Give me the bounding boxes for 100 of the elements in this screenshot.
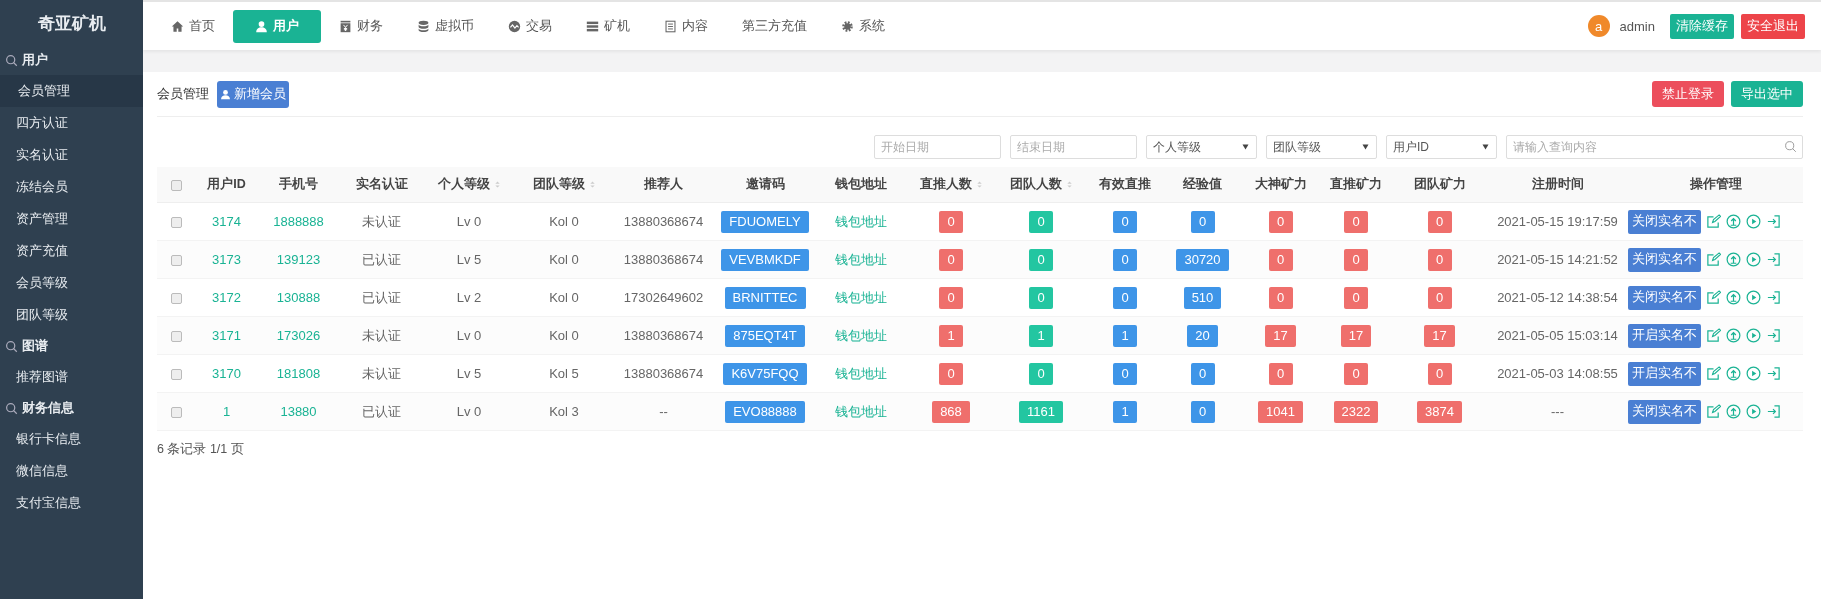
date-field[interactable]: 结束日期: [1010, 135, 1137, 159]
sidebar-item[interactable]: 会员管理: [0, 75, 143, 107]
nav-tab[interactable]: 内容: [648, 9, 724, 43]
table-link[interactable]: 3170: [212, 366, 241, 381]
sidebar-item[interactable]: 团队等级: [0, 299, 143, 331]
checkbox[interactable]: [171, 255, 182, 267]
column-header: 经验值: [1183, 176, 1222, 193]
table-link[interactable]: 130888: [276, 290, 321, 305]
toggle-verification-button[interactable]: 关闭实名不: [1628, 247, 1701, 272]
table-cell: Lv 5: [456, 252, 482, 267]
table-link[interactable]: 173026: [276, 328, 321, 343]
sidebar-section-title: 财务信息: [22, 399, 74, 417]
count-badge: 0: [1113, 286, 1137, 309]
sidebar-item[interactable]: 支付宝信息: [0, 487, 143, 519]
table-cell: 17302649602: [623, 290, 704, 305]
home-icon: [171, 19, 184, 33]
search-field[interactable]: 请输入查询内容: [1506, 135, 1803, 159]
table-link[interactable]: 3172: [212, 290, 241, 305]
table-link[interactable]: 钱包地址: [835, 289, 887, 305]
table-link[interactable]: 3171: [212, 328, 241, 343]
sidebar-item[interactable]: 四方认证: [0, 107, 143, 139]
count-badge: 0: [1268, 286, 1293, 309]
count-badge: 2322: [1333, 400, 1379, 423]
select-dropdown[interactable]: 团队等级: [1266, 135, 1377, 159]
table-cell: Kol 5: [549, 366, 579, 381]
invite-code-tag: K6V75FQQ: [723, 362, 807, 385]
table-link[interactable]: 钱包地址: [835, 251, 887, 267]
play-circle-icon: [1746, 404, 1761, 419]
nav-tab[interactable]: 矿机: [570, 9, 646, 43]
clear-cache-button[interactable]: 清除缓存: [1670, 13, 1734, 39]
nav-tab[interactable]: 用户: [233, 9, 321, 43]
play-circle-icon: [1746, 290, 1761, 305]
count-badge: 0: [1427, 248, 1452, 271]
search-icon: [5, 401, 18, 415]
count-badge: 510: [1183, 286, 1222, 309]
search-icon: [5, 53, 18, 67]
nav-tab[interactable]: 系统: [825, 9, 901, 43]
toggle-verification-button[interactable]: 开启实名不: [1628, 361, 1701, 386]
table-cell: Lv 0: [456, 404, 482, 419]
checkbox[interactable]: [171, 369, 182, 381]
toggle-verification-button[interactable]: 关闭实名不: [1628, 399, 1701, 424]
select-dropdown[interactable]: 个人等级: [1146, 135, 1257, 159]
sidebar-item[interactable]: 资产充值: [0, 235, 143, 267]
table-link[interactable]: 3173: [212, 252, 241, 267]
sidebar-item[interactable]: 资产管理: [0, 203, 143, 235]
checkbox[interactable]: [171, 217, 182, 229]
table-link[interactable]: 1: [222, 404, 231, 419]
count-badge: 20: [1187, 324, 1218, 347]
checkbox[interactable]: [171, 407, 182, 419]
date-field[interactable]: 开始日期: [874, 135, 1001, 159]
count-badge: 0: [1190, 362, 1215, 385]
sidebar-item[interactable]: 微信信息: [0, 455, 143, 487]
table-cell: Kol 0: [549, 328, 579, 343]
count-badge: 0: [1268, 248, 1293, 271]
table-link[interactable]: 钱包地址: [835, 365, 887, 381]
sidebar-item[interactable]: 会员等级: [0, 267, 143, 299]
toggle-verification-button[interactable]: 关闭实名不: [1628, 209, 1701, 234]
table-link[interactable]: 181808: [276, 366, 321, 381]
count-badge: 1161: [1019, 400, 1063, 423]
count-badge: 0: [1427, 210, 1452, 233]
table-cell: 2021-05-15 19:17:59: [1497, 214, 1618, 229]
search-icon: [1784, 140, 1797, 153]
count-badge: 0: [1029, 210, 1053, 233]
nav-tab[interactable]: 第三方充值: [726, 9, 823, 43]
export-button[interactable]: 导出选中: [1731, 81, 1803, 107]
sidebar-item[interactable]: 推荐图谱: [0, 361, 143, 393]
table-cell: 已认证: [362, 289, 401, 305]
table-link[interactable]: 钱包地址: [835, 403, 887, 419]
sidebar-item[interactable]: 银行卡信息: [0, 423, 143, 455]
select-dropdown[interactable]: 用户ID: [1386, 135, 1497, 159]
checkbox[interactable]: [171, 293, 182, 305]
nav-tab[interactable]: 虚拟币: [401, 9, 490, 43]
caret-icon: [1481, 143, 1490, 151]
logout-button[interactable]: 安全退出: [1741, 13, 1805, 39]
table-cell: Lv 0: [456, 214, 482, 229]
app-title: 奇亚矿机: [36, 13, 107, 35]
toggle-verification-button[interactable]: 开启实名不: [1628, 323, 1701, 348]
table-link[interactable]: 139123: [276, 252, 321, 267]
table-cell: 2021-05-03 14:08:55: [1497, 366, 1618, 381]
add-member-button[interactable]: 新增会员: [217, 80, 289, 108]
count-badge: 0: [1344, 248, 1368, 271]
table-link[interactable]: 3174: [212, 214, 241, 229]
play-circle-icon: [1746, 366, 1761, 381]
sidebar-item[interactable]: 实名认证: [0, 139, 143, 171]
sign-in-icon: [1766, 328, 1781, 343]
nav-tab[interactable]: 交易: [492, 9, 568, 43]
sort-icon: [588, 179, 596, 190]
sign-in-icon: [1766, 290, 1781, 305]
ban-login-button[interactable]: 禁止登录: [1652, 81, 1724, 107]
table-link[interactable]: 钱包地址: [835, 213, 887, 229]
table-link[interactable]: 13880: [280, 404, 317, 419]
toggle-verification-button[interactable]: 关闭实名不: [1628, 285, 1701, 310]
checkbox[interactable]: [171, 331, 182, 343]
play-circle-icon: [1746, 252, 1761, 267]
sidebar-item[interactable]: 冻结会员: [0, 171, 143, 203]
nav-tab[interactable]: 财务: [323, 9, 399, 43]
table-link[interactable]: 钱包地址: [835, 327, 887, 343]
checkbox[interactable]: [171, 179, 182, 191]
table-link[interactable]: 1888888: [273, 214, 324, 229]
nav-tab[interactable]: 首页: [155, 9, 231, 43]
